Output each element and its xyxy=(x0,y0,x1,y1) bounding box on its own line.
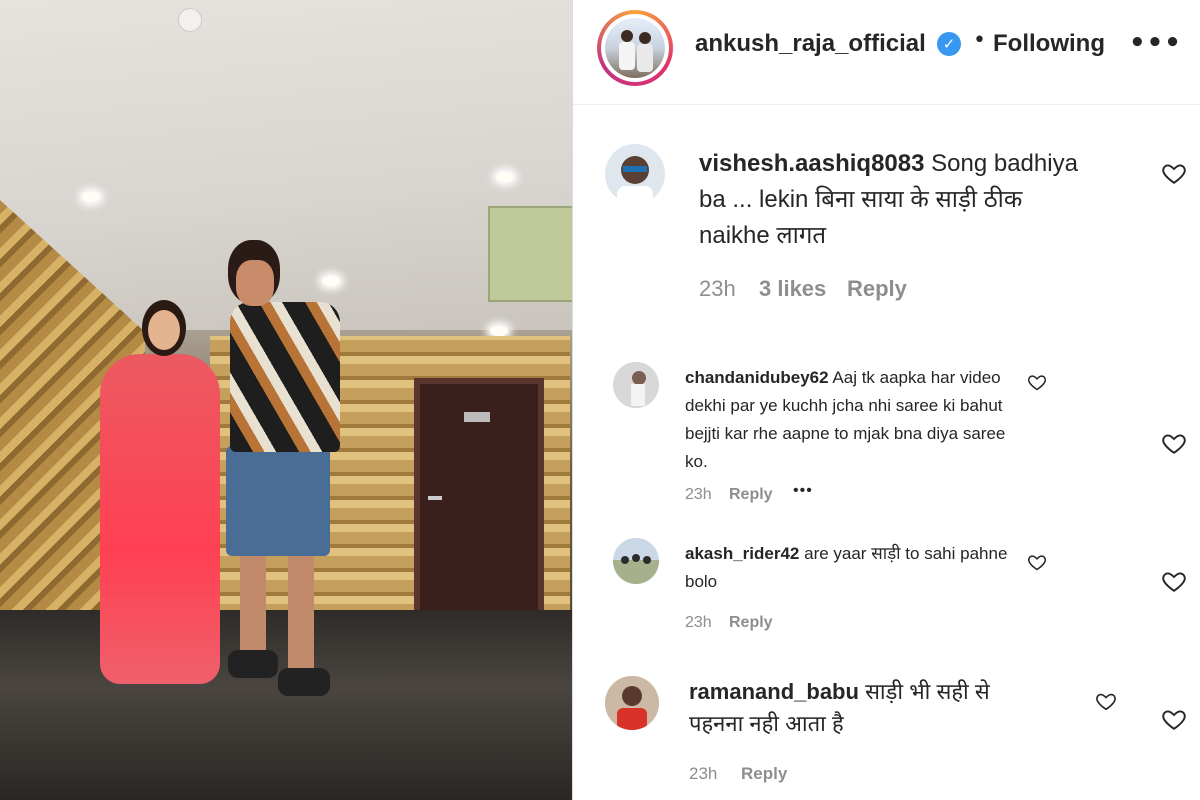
avatar-person-icon xyxy=(617,156,653,204)
comment-avatar[interactable] xyxy=(613,538,659,584)
like-heart-icon[interactable] xyxy=(1027,552,1047,572)
comment-avatar[interactable] xyxy=(613,362,659,408)
door-handle xyxy=(428,496,442,500)
printed-shirt xyxy=(230,302,340,452)
dancer-woman xyxy=(90,300,230,700)
like-heart-icon[interactable] xyxy=(1161,706,1187,732)
comment-body: ramanand_babu साड़ी भी सही से पहनना नही … xyxy=(689,676,1019,740)
avatar-people-icon xyxy=(619,30,653,72)
comment-avatar[interactable] xyxy=(605,676,659,730)
shoe xyxy=(278,668,330,696)
comment-time: 23h xyxy=(685,614,712,631)
ceiling-light xyxy=(490,326,508,336)
like-heart-icon[interactable] xyxy=(1161,160,1187,186)
following-button[interactable]: Following xyxy=(993,30,1105,58)
reply-button[interactable]: Reply xyxy=(729,486,773,504)
red-saree xyxy=(100,354,220,684)
more-options-icon[interactable]: ••• xyxy=(793,482,813,500)
comment-time: 23h xyxy=(699,276,736,301)
reply-button[interactable]: Reply xyxy=(729,614,773,632)
avatar-image xyxy=(605,18,665,78)
post-header: ankush_raja_official ✓ • Following ••• xyxy=(573,0,1200,105)
like-heart-icon[interactable] xyxy=(1027,372,1047,392)
reply-button[interactable]: Reply xyxy=(741,764,787,784)
comment-likes[interactable]: 3 likes xyxy=(759,276,826,302)
comments-pane: ankush_raja_official ✓ • Following ••• v… xyxy=(572,0,1200,800)
leg xyxy=(240,552,266,662)
dancer-man xyxy=(218,240,348,700)
door-sign xyxy=(464,412,490,422)
like-heart-icon[interactable] xyxy=(1095,690,1117,712)
shoe xyxy=(228,650,278,678)
avatar-group-icon xyxy=(613,538,659,584)
avatar-person-icon xyxy=(613,362,659,408)
face xyxy=(148,310,180,350)
face xyxy=(236,260,274,306)
comment-time: 23h xyxy=(689,764,718,783)
window xyxy=(488,206,572,302)
comment-body: chandanidubey62 Aaj tk aapka har video d… xyxy=(685,364,1015,476)
leg xyxy=(288,552,314,672)
comment-username[interactable]: chandanidubey62 xyxy=(685,368,829,387)
comment-username[interactable]: ramanand_babu xyxy=(689,679,859,704)
like-heart-icon[interactable] xyxy=(1161,430,1187,456)
wooden-door xyxy=(414,378,544,618)
post-username[interactable]: ankush_raja_official xyxy=(695,30,926,58)
like-heart-icon[interactable] xyxy=(1161,568,1187,594)
comment-time: 23h xyxy=(685,486,712,503)
comment-avatar[interactable] xyxy=(605,144,665,204)
more-options-icon[interactable]: ••• xyxy=(1129,28,1182,58)
comment-body: akash_rider42 are yaar साड़ी to sahi pah… xyxy=(685,540,1015,596)
reply-button[interactable]: Reply xyxy=(847,276,907,302)
profile-avatar[interactable] xyxy=(597,10,673,86)
verified-badge-icon: ✓ xyxy=(937,32,961,56)
ceiling-light xyxy=(496,172,514,182)
comment-username[interactable]: vishesh.aashiq8083 xyxy=(699,150,924,177)
comment-body: vishesh.aashiq8083 Song badhiya ba ... l… xyxy=(699,146,1089,254)
avatar-person-icon xyxy=(605,676,659,730)
separator-dot: • xyxy=(973,28,986,53)
smoke-detector xyxy=(178,8,202,32)
denim-shorts xyxy=(226,446,330,556)
ceiling-light xyxy=(82,192,100,202)
comment-username[interactable]: akash_rider42 xyxy=(685,544,799,563)
post-video[interactable] xyxy=(0,0,572,800)
